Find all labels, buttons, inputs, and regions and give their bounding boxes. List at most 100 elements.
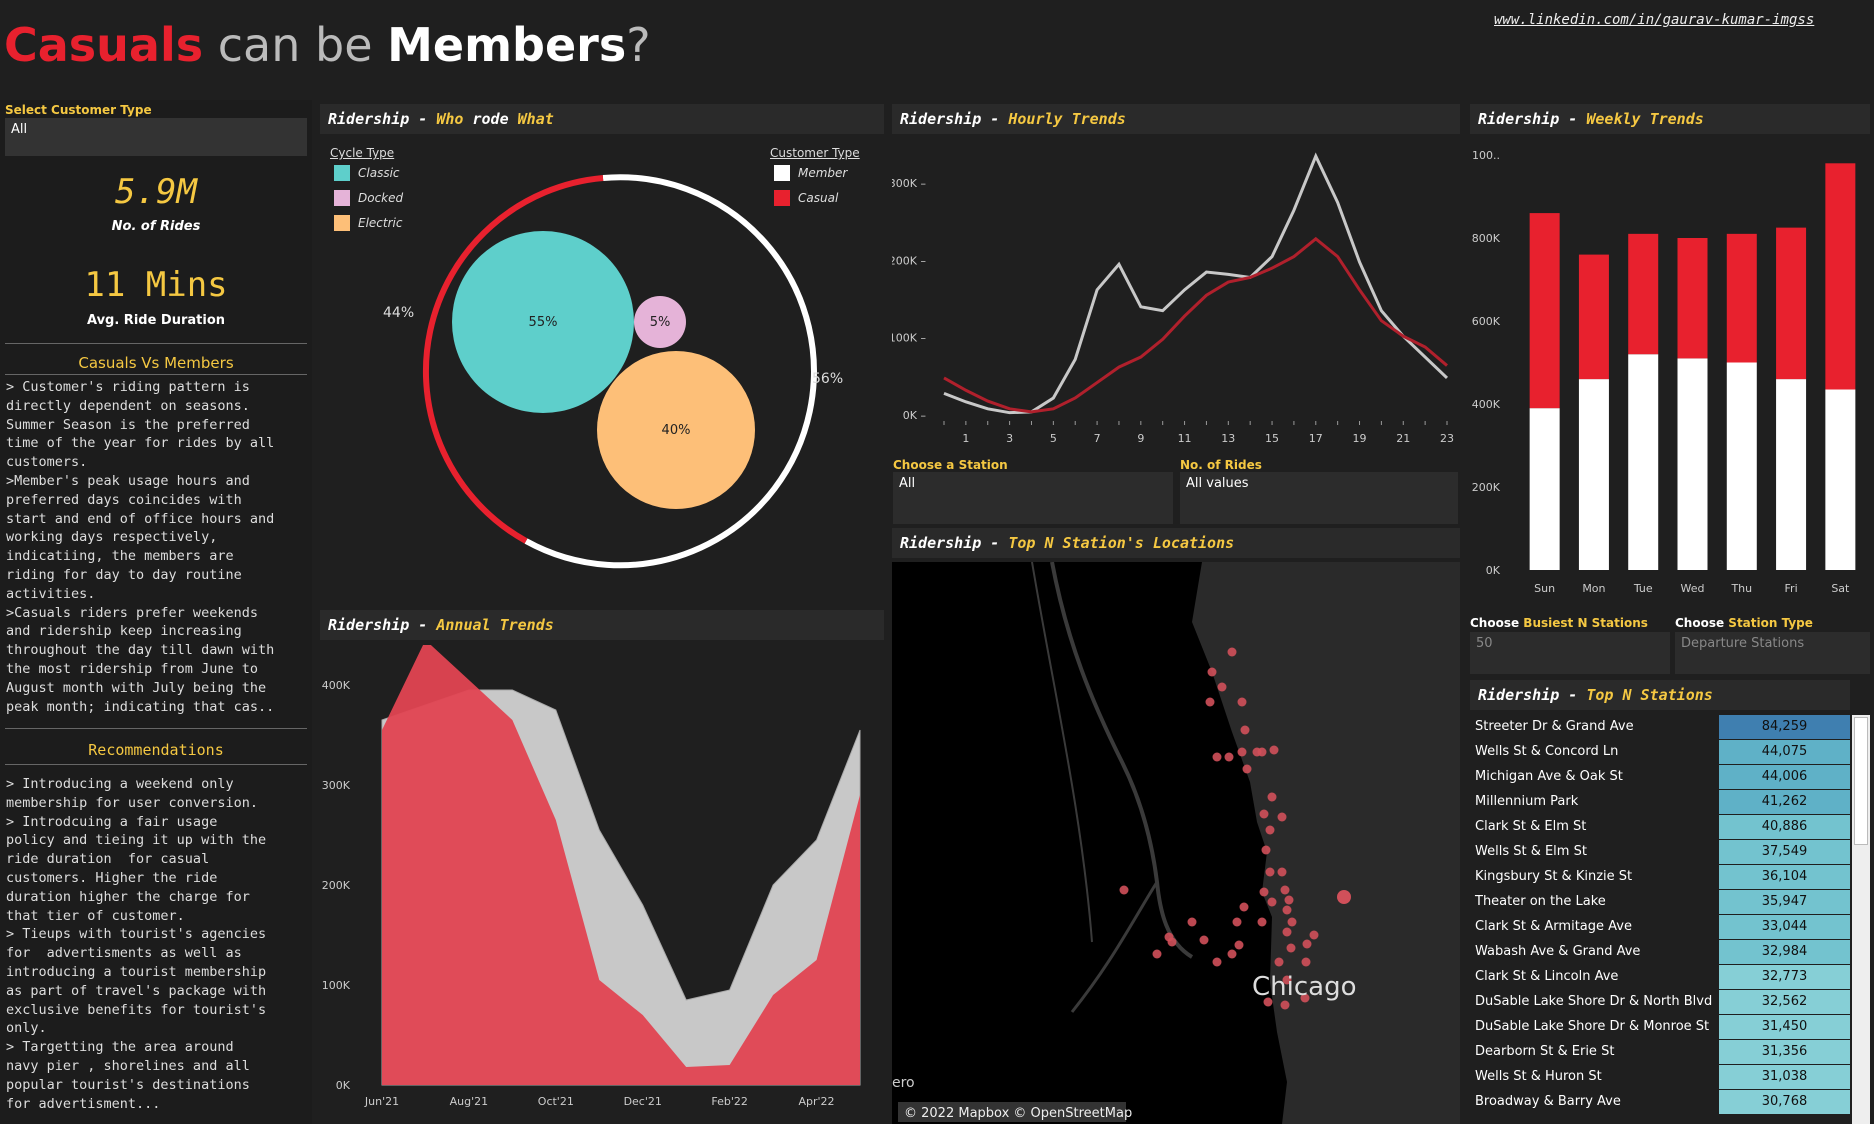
station-row[interactable]: Wells St & Concord Ln 44,075	[1475, 740, 1850, 765]
annual-xtick: Aug'21	[450, 1095, 489, 1108]
weekly-bar-casual[interactable]	[1726, 233, 1757, 363]
weekly-bar-member[interactable]	[1825, 389, 1856, 570]
stations-scrollbar-thumb[interactable]	[1854, 717, 1868, 845]
station-name: Theater on the Lake	[1475, 894, 1606, 909]
annual-xtick: Oct'21	[538, 1095, 574, 1108]
station-row[interactable]: DuSable Lake Shore Dr & North Blvd 32,562	[1475, 990, 1850, 1015]
map-title: Ridership - Top N Station's Locations	[892, 528, 1460, 558]
station-row[interactable]: Dearborn St & Erie St 31,356	[1475, 1040, 1850, 1065]
station-dot[interactable]	[1237, 697, 1247, 707]
station-rides: 37,549	[1719, 840, 1850, 864]
station-dot[interactable]	[1237, 747, 1247, 757]
weekly-bar-member[interactable]	[1578, 379, 1609, 570]
weekly-bar-casual[interactable]	[1776, 227, 1807, 380]
station-dot[interactable]	[1187, 917, 1197, 927]
annual-xtick: Dec'21	[624, 1095, 662, 1108]
hourly-line-member[interactable]	[943, 152, 1449, 415]
annual-xtick: Apr'22	[799, 1095, 835, 1108]
station-dot[interactable]	[1217, 682, 1227, 692]
station-dot[interactable]	[1277, 812, 1287, 822]
station-dot[interactable]	[1259, 809, 1269, 819]
station-dot[interactable]	[1199, 935, 1209, 945]
busiest-filter[interactable]: 50	[1470, 632, 1670, 674]
station-dot[interactable]	[1280, 885, 1290, 895]
station-dot[interactable]	[1302, 939, 1312, 949]
station-row[interactable]: Wells St & Huron St 31,038	[1475, 1065, 1850, 1090]
station-dot[interactable]	[1269, 745, 1279, 755]
station-dot[interactable]	[1287, 917, 1297, 927]
station-dot[interactable]	[1284, 895, 1294, 905]
recommendations-heading: Recommendations	[88, 741, 224, 759]
station-rides: 84,259	[1719, 715, 1850, 739]
station-dot[interactable]	[1267, 792, 1277, 802]
station-dot[interactable]	[1224, 752, 1234, 762]
station-row[interactable]: Clark St & Armitage Ave 33,044	[1475, 915, 1850, 940]
station-dot[interactable]	[1257, 917, 1267, 927]
weekly-bar-casual[interactable]	[1628, 233, 1659, 355]
station-row[interactable]: Millennium Park 41,262	[1475, 790, 1850, 815]
station-filter[interactable]: All	[893, 472, 1173, 524]
hourly-line-casual[interactable]	[943, 236, 1448, 414]
weekly-bar-member[interactable]	[1776, 379, 1807, 570]
station-dot[interactable]	[1227, 647, 1237, 657]
station-dot[interactable]	[1119, 885, 1129, 895]
station-dot[interactable]	[1282, 927, 1292, 937]
station-dot[interactable]	[1265, 825, 1275, 835]
station-rides: 31,450	[1719, 1015, 1850, 1039]
station-dot[interactable]	[1227, 949, 1237, 959]
weekly-xtick: Sat	[1831, 582, 1850, 595]
station-dot[interactable]	[1257, 747, 1267, 757]
station-row[interactable]: Wabash Ave & Grand Ave 32,984	[1475, 940, 1850, 965]
weekly-bar-member[interactable]	[1677, 358, 1708, 570]
station-row[interactable]: Clark St & Lincoln Ave 32,773	[1475, 965, 1850, 990]
station-dot[interactable]	[1259, 887, 1269, 897]
station-dot[interactable]	[1282, 905, 1292, 915]
weekly-bar-casual[interactable]	[1529, 213, 1560, 409]
station-dot[interactable]	[1265, 867, 1275, 877]
linkedin-link[interactable]: www.linkedin.com/in/gaurav-kumar-imgss	[1494, 12, 1814, 28]
station-dot[interactable]	[1234, 940, 1244, 950]
station-dot[interactable]	[1277, 867, 1287, 877]
weekly-bar-casual[interactable]	[1825, 163, 1856, 390]
station-dot[interactable]	[1239, 902, 1249, 912]
duration-kpi-label: Avg. Ride Duration	[86, 313, 226, 328]
weekly-bar-member[interactable]	[1628, 354, 1659, 570]
station-dot[interactable]	[1212, 752, 1222, 762]
station-row[interactable]: Kingsbury St & Kinzie St 36,104	[1475, 865, 1850, 890]
weekly-bar-casual[interactable]	[1578, 254, 1609, 380]
map-edge-text: ero	[892, 1075, 915, 1091]
weekly-bar-member[interactable]	[1726, 362, 1757, 571]
station-row[interactable]: Wells St & Elm St 37,549	[1475, 840, 1850, 865]
station-dot[interactable]	[1267, 897, 1277, 907]
station-row[interactable]: Broadway & Barry Ave 30,768	[1475, 1090, 1850, 1115]
station-dot[interactable]	[1207, 667, 1217, 677]
station-dot[interactable]	[1309, 930, 1319, 940]
station-dot-major[interactable]	[1337, 890, 1351, 904]
weekly-xtick: Mon	[1582, 582, 1605, 595]
rides-filter[interactable]: All values	[1180, 472, 1458, 524]
station-rides: 33,044	[1719, 915, 1850, 939]
station-dot[interactable]	[1240, 725, 1250, 735]
station-row[interactable]: Theater on the Lake 35,947	[1475, 890, 1850, 915]
station-row[interactable]: Clark St & Elm St 40,886	[1475, 815, 1850, 840]
station-row[interactable]: Streeter Dr & Grand Ave 84,259	[1475, 715, 1850, 740]
station-dot[interactable]	[1301, 957, 1311, 967]
station-dot[interactable]	[1205, 697, 1215, 707]
station-dot[interactable]	[1152, 949, 1162, 959]
stations-scrollbar[interactable]	[1852, 715, 1870, 1124]
station-dot[interactable]	[1274, 957, 1284, 967]
station-dot[interactable]	[1212, 957, 1222, 967]
station-dot[interactable]	[1164, 932, 1174, 942]
weekly-bar-casual[interactable]	[1677, 238, 1708, 359]
annual-area-casual[interactable]	[382, 645, 860, 1085]
station-dot[interactable]	[1286, 943, 1296, 953]
station-map[interactable]: Chicago ero © 2022 Mapbox © OpenStreetMa…	[892, 562, 1460, 1124]
station-dot[interactable]	[1261, 845, 1271, 855]
station-row[interactable]: Michigan Ave & Oak St 44,006	[1475, 765, 1850, 790]
station-row[interactable]: DuSable Lake Shore Dr & Monroe St 31,450	[1475, 1015, 1850, 1040]
weekly-bar-member[interactable]	[1529, 408, 1560, 570]
station-type-filter[interactable]: Departure Stations	[1675, 632, 1870, 674]
customer-type-filter[interactable]: All	[5, 118, 307, 156]
station-dot[interactable]	[1242, 764, 1252, 774]
station-dot[interactable]	[1232, 917, 1242, 927]
